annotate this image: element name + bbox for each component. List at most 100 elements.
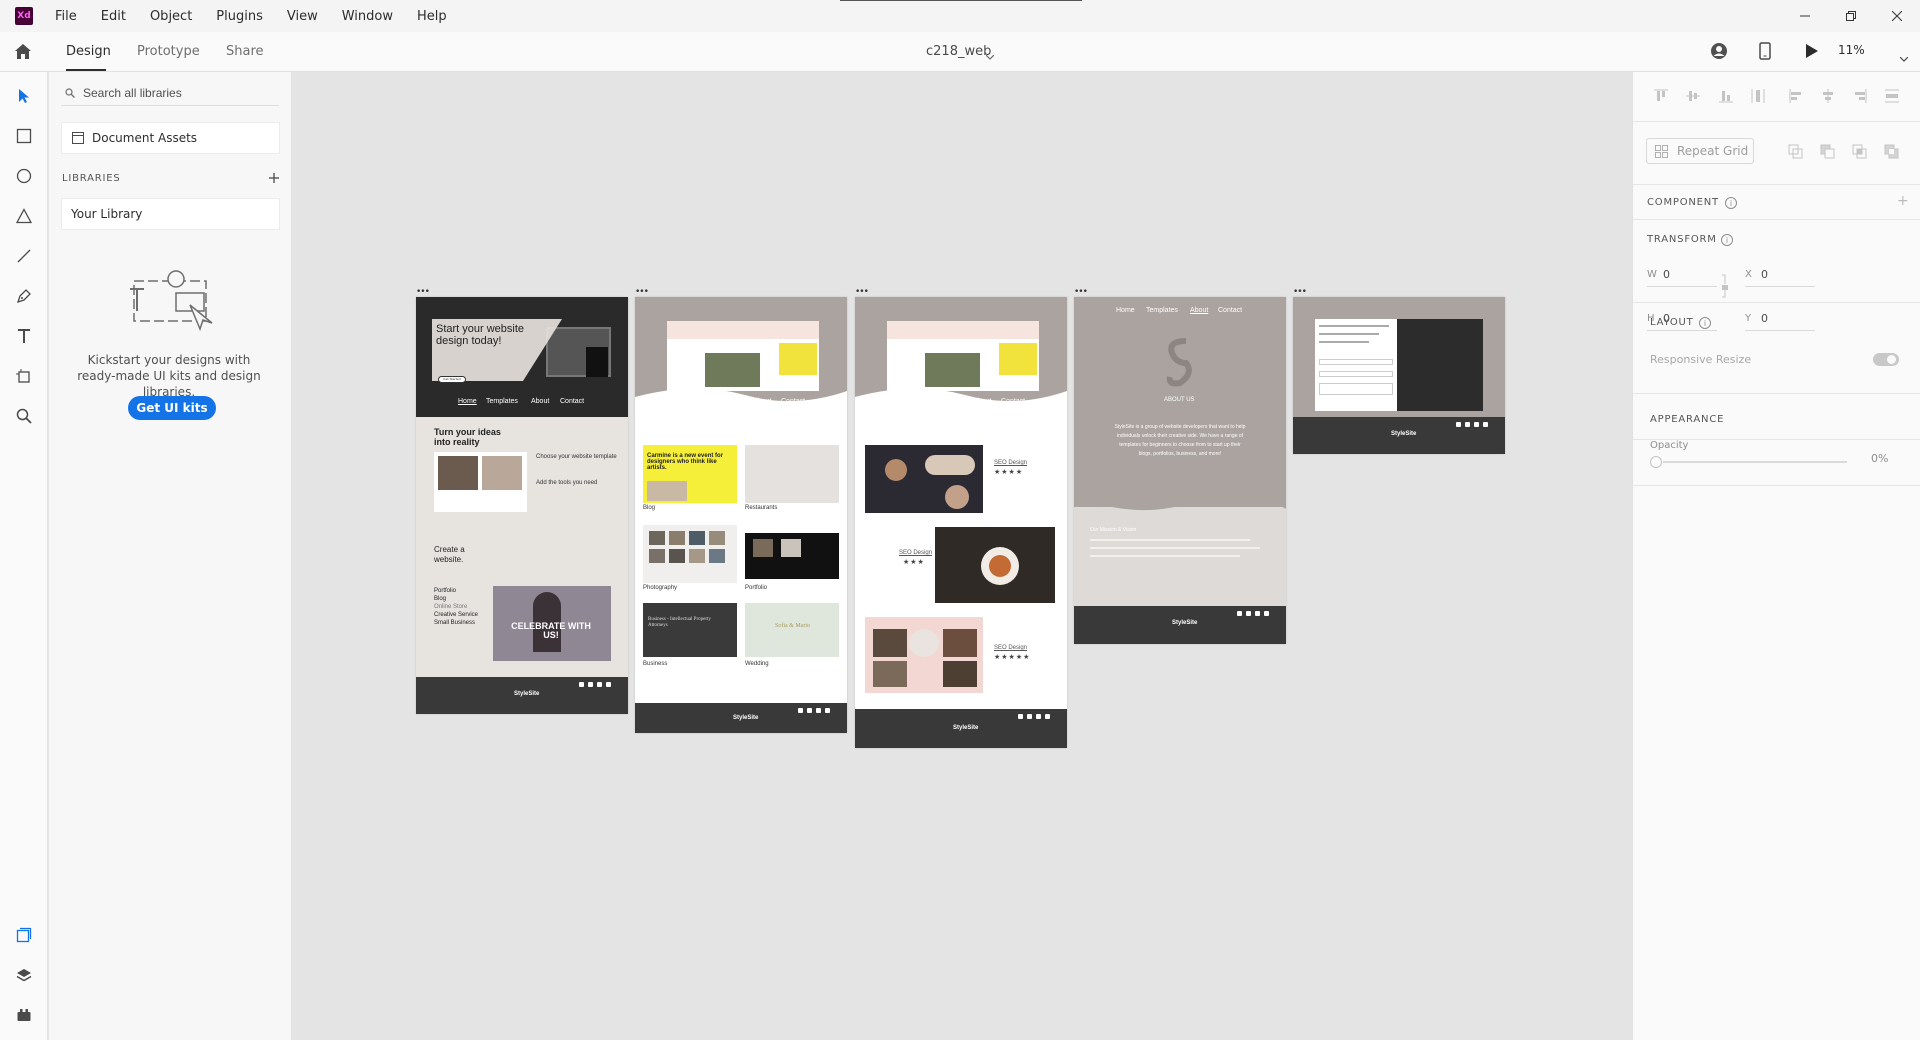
menu-object[interactable]: Object <box>150 9 192 24</box>
home-button[interactable] <box>14 43 32 64</box>
add-component-button[interactable]: + <box>1897 193 1909 209</box>
artboard-template-detail[interactable]: Home Templates About Contact SEO Design … <box>855 297 1067 748</box>
account-button[interactable] <box>1710 42 1728 64</box>
plugins-panel-button[interactable] <box>13 1004 35 1026</box>
create-title: Create a website. <box>434 545 465 564</box>
pen-tool[interactable] <box>13 285 35 307</box>
design-canvas[interactable]: ••• Start your website design today! Get… <box>293 72 1631 1040</box>
artboard-handle[interactable]: ••• <box>1293 287 1307 297</box>
tab-design[interactable]: Design <box>66 44 111 59</box>
ellipse-tool[interactable] <box>13 165 35 187</box>
artboard-templates[interactable]: Home Templates About Contact Carmine is … <box>635 297 847 733</box>
align-right-icon[interactable] <box>1852 88 1868 104</box>
artboard-handle[interactable]: ••• <box>635 287 649 297</box>
align-bottom-icon[interactable] <box>1718 88 1734 104</box>
appearance-heading: APPEARANCE <box>1650 414 1725 425</box>
x-input[interactable]: 0 <box>1761 268 1768 281</box>
portfolio-template <box>745 533 839 579</box>
get-ui-kits-button[interactable]: Get UI kits <box>128 396 216 420</box>
distribute-vertical-icon[interactable] <box>1884 88 1900 104</box>
align-middle-icon[interactable] <box>1685 88 1701 104</box>
rectangle-tool[interactable] <box>13 125 35 147</box>
top-toolbar: Design Prototype Share c218_web 11% <box>0 32 1920 72</box>
about-body: StyleSite is a group of website develope… <box>1114 424 1246 457</box>
polygon-tool[interactable] <box>13 205 35 227</box>
preview-play-button[interactable] <box>1805 43 1819 63</box>
star-rating: ★★★ <box>903 558 925 566</box>
artboard-contact[interactable]: StyleSite <box>1293 297 1505 454</box>
width-input[interactable]: 0 <box>1663 268 1670 281</box>
zoom-tool[interactable] <box>13 405 35 427</box>
step1-text: Choose your website template <box>536 454 617 460</box>
add-library-button[interactable] <box>269 168 279 187</box>
info-icon[interactable]: i <box>1725 197 1737 209</box>
menu-window[interactable]: Window <box>342 9 393 24</box>
zoom-menu-button[interactable] <box>1899 48 1909 67</box>
twitter-icon <box>1036 714 1041 719</box>
featured-text: Carmine is a new event for designers who… <box>647 453 724 471</box>
artboard-handle[interactable]: ••• <box>416 287 430 297</box>
opacity-slider-handle[interactable] <box>1650 456 1662 468</box>
align-left-icon[interactable] <box>1788 88 1804 104</box>
artboard-handle[interactable]: ••• <box>1074 287 1088 297</box>
contact-field <box>1319 371 1393 377</box>
info-icon[interactable]: i <box>1699 317 1711 329</box>
menu-plugins[interactable]: Plugins <box>216 9 263 24</box>
thumb <box>873 661 907 687</box>
instagram-icon <box>588 682 593 687</box>
document-menu-button[interactable] <box>985 46 995 65</box>
document-assets-item[interactable]: Document Assets <box>61 122 280 154</box>
select-tool[interactable] <box>13 85 35 107</box>
ideas-photo <box>438 456 478 490</box>
repeat-grid-button[interactable]: Repeat Grid <box>1646 138 1754 164</box>
detail-header <box>855 297 1067 417</box>
boolean-add-icon[interactable] <box>1788 144 1804 160</box>
align-top-icon[interactable] <box>1653 88 1669 104</box>
plate <box>925 455 975 475</box>
close-button[interactable] <box>1874 0 1920 32</box>
opacity-slider-track[interactable] <box>1663 461 1847 463</box>
zoom-level[interactable]: 11% <box>1838 43 1865 57</box>
width-label: W <box>1647 269 1657 280</box>
menu-file[interactable]: File <box>55 9 77 24</box>
thumb <box>649 549 665 563</box>
assets-panel-button[interactable] <box>13 924 35 946</box>
chevron-down-icon <box>1899 56 1909 62</box>
responsive-resize-toggle[interactable] <box>1873 353 1899 366</box>
boolean-subtract-icon[interactable] <box>1820 144 1836 160</box>
twitter-icon <box>1474 422 1479 427</box>
line-tool[interactable] <box>13 245 35 267</box>
boolean-exclude-icon[interactable] <box>1884 144 1900 160</box>
boolean-intersect-icon[interactable] <box>1852 144 1868 160</box>
minimize-button[interactable] <box>1782 0 1828 32</box>
artboard-home[interactable]: Start your website design today! Get Sta… <box>416 297 628 714</box>
info-icon[interactable]: i <box>1721 234 1733 246</box>
layers-panel-button[interactable] <box>13 964 35 986</box>
menu-edit[interactable]: Edit <box>101 9 126 24</box>
transform-heading: TRANSFORM <box>1647 234 1717 245</box>
wedding-text: Sofia & Mario <box>775 623 810 629</box>
tab-share[interactable]: Share <box>226 44 264 59</box>
device-preview-button[interactable] <box>1759 42 1771 64</box>
facebook-icon <box>1237 611 1242 616</box>
menu-view[interactable]: View <box>287 9 318 24</box>
restore-button[interactable] <box>1828 0 1874 32</box>
food-photo-3 <box>865 617 983 693</box>
distribute-horizontal-icon[interactable] <box>1750 88 1766 104</box>
artboard-handle[interactable]: ••• <box>855 287 869 297</box>
artboard-tool[interactable] <box>13 365 35 387</box>
align-center-icon[interactable] <box>1820 88 1836 104</box>
your-library-item[interactable]: Your Library <box>61 198 280 230</box>
lock-aspect-icon[interactable] <box>1721 274 1729 298</box>
thumb <box>649 531 665 545</box>
templates-header <box>635 297 847 417</box>
star-rating: ★★★★ <box>994 468 1024 476</box>
tab-prototype[interactable]: Prototype <box>137 44 200 59</box>
library-search-input[interactable] <box>83 82 273 104</box>
opacity-value[interactable]: 0% <box>1871 452 1888 465</box>
device-shape <box>586 347 608 377</box>
menu-help[interactable]: Help <box>417 9 447 24</box>
document-title[interactable]: c218_web <box>926 44 991 59</box>
artboard-about[interactable]: Home Templates About Contact ABOUT US St… <box>1074 297 1286 644</box>
text-tool[interactable] <box>13 325 35 347</box>
